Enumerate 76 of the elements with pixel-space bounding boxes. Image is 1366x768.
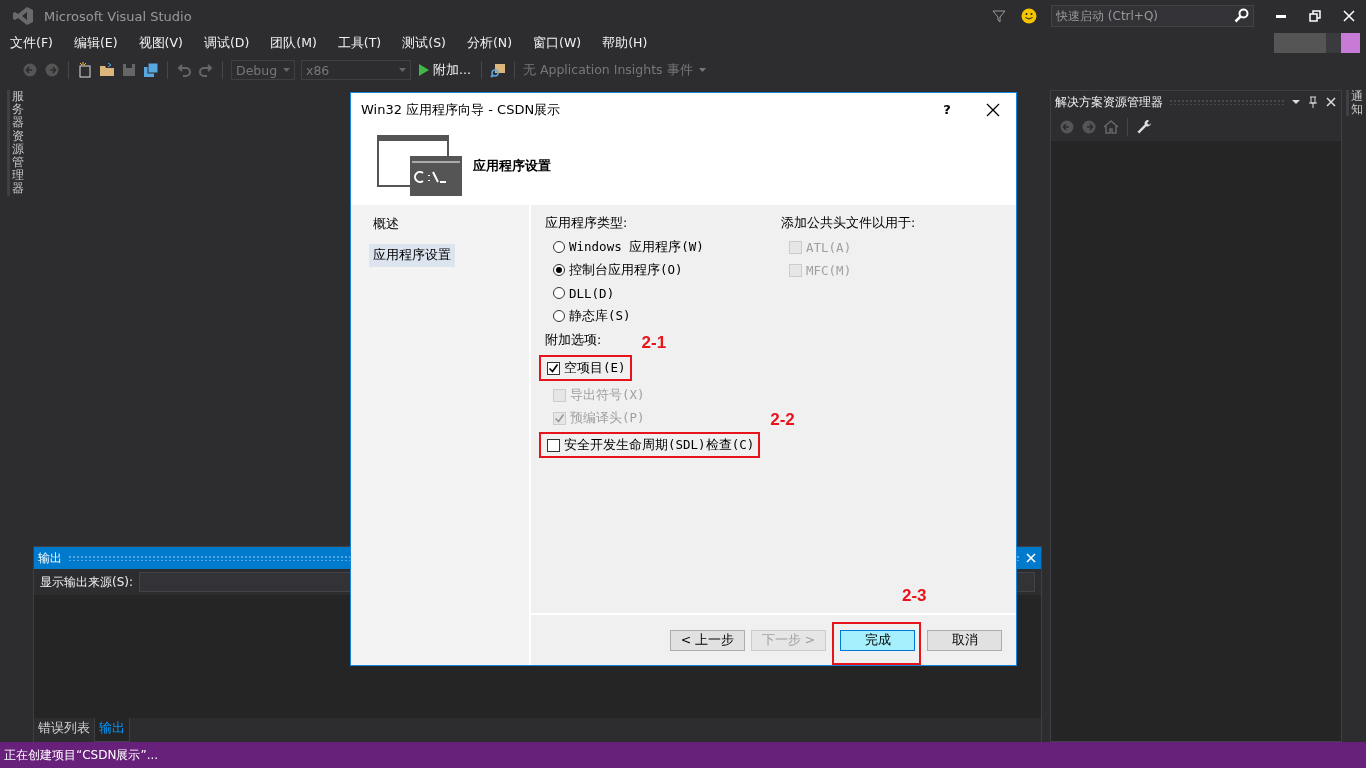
panel-title: 解决方案资源管理器 (1055, 93, 1163, 111)
play-icon (419, 64, 429, 76)
start-button[interactable]: 附加... (417, 61, 473, 79)
dialog-button[interactable]: 完成 (840, 629, 915, 651)
dialog-button[interactable]: 取消 (927, 629, 1002, 651)
option-label: 安全开发生命周期(SDL)检查(C) (564, 436, 755, 454)
find-files-icon[interactable] (489, 62, 506, 78)
annotation-label: 2-3 (902, 585, 927, 606)
restore-icon (1309, 10, 1321, 22)
save-all-icon[interactable] (143, 62, 159, 78)
dialog-button[interactable]: < 上一步 (670, 629, 745, 651)
close-icon (986, 102, 1000, 117)
filter-icon[interactable] (991, 8, 1007, 24)
option-label: 导出符号(X) (570, 386, 645, 404)
home-icon[interactable] (1103, 119, 1119, 135)
checkbox[interactable] (547, 361, 560, 375)
open-folder-icon[interactable] (99, 62, 115, 78)
group-label: 应用程序类型: (545, 215, 628, 232)
side-tab[interactable]: 服务器资源管理器 (6, 90, 24, 196)
menu-item[interactable]: 编辑(E) (67, 34, 124, 52)
annotation-label: 2-1 (641, 333, 667, 353)
dropdown-icon[interactable] (1291, 97, 1301, 107)
menu-item[interactable]: 团队(M) (264, 34, 323, 52)
console-window-icon (377, 134, 463, 197)
search-icon[interactable] (1234, 8, 1250, 24)
menu-item[interactable]: 测试(S) (396, 34, 452, 52)
save-icon[interactable] (121, 62, 137, 78)
close-icon (1343, 10, 1355, 22)
option-label: 预编译头(P) (570, 409, 645, 427)
panel-tab[interactable]: 输出 (94, 718, 130, 742)
wizard-nav-item[interactable]: 概述 (369, 213, 403, 236)
side-tab[interactable]: 通知 (1345, 90, 1363, 117)
help-button[interactable]: ? (932, 102, 962, 117)
panel-title: 输出 (38, 549, 62, 567)
smiley-icon[interactable] (1021, 8, 1037, 24)
source-label: 显示输出来源(S): (40, 573, 134, 591)
wizard-nav-item[interactable]: 应用程序设置 (369, 244, 455, 267)
panel-tab[interactable]: 错误列表 (34, 718, 94, 742)
option-label: Windows 应用程序(W) (569, 238, 704, 256)
menu-item[interactable]: 窗口(W) (527, 34, 588, 52)
minimize-icon (1276, 14, 1286, 18)
menu-item[interactable]: 文件(F) (4, 34, 59, 52)
menu-item[interactable]: 帮助(H) (596, 34, 654, 52)
radio-button[interactable] (553, 241, 565, 253)
redo-icon[interactable] (198, 62, 214, 78)
wrench-icon[interactable] (1136, 119, 1152, 135)
close-icon[interactable] (1325, 96, 1337, 108)
radio-button[interactable] (553, 264, 565, 276)
option-label: 空项目(E) (564, 359, 626, 377)
option-label: 静态库(S) (569, 307, 631, 325)
radio-button[interactable] (553, 310, 565, 322)
checkbox[interactable] (547, 438, 560, 452)
menu-item[interactable]: 视图(V) (132, 34, 189, 52)
caret-icon[interactable] (698, 68, 706, 72)
new-project-icon[interactable] (77, 62, 93, 78)
menu-item[interactable]: 分析(N) (460, 34, 519, 52)
annotation-label: 2-2 (770, 410, 795, 430)
option-label: MFC(M) (806, 262, 852, 278)
caret-icon (283, 68, 290, 72)
dialog-title: Win32 应用程序向导 - CSDN展示 (361, 100, 562, 119)
window-title: Microsoft Visual Studio (44, 8, 192, 24)
pin-icon[interactable] (1307, 96, 1319, 108)
app-logo-icon (12, 6, 34, 26)
group-label: 附加选项: (545, 332, 602, 349)
option-label: 控制台应用程序(O) (569, 261, 683, 279)
option-label: DLL(D) (569, 285, 615, 301)
menu-item[interactable]: 工具(T) (331, 34, 388, 52)
quick-launch-field[interactable]: 快速启动 (Ctrl+Q) (1051, 5, 1254, 27)
option-label: ATL(A) (806, 239, 852, 255)
group-label: 添加公共头文件以用于: (781, 215, 916, 232)
undo-icon[interactable] (176, 62, 192, 78)
status-text: 正在创建项目“CSDN展示”... (4, 746, 159, 764)
caret-icon (399, 68, 406, 72)
menu-item[interactable]: 调试(D) (197, 34, 256, 52)
radio-button[interactable] (553, 287, 565, 299)
page-heading: 应用程序设置 (473, 156, 551, 175)
